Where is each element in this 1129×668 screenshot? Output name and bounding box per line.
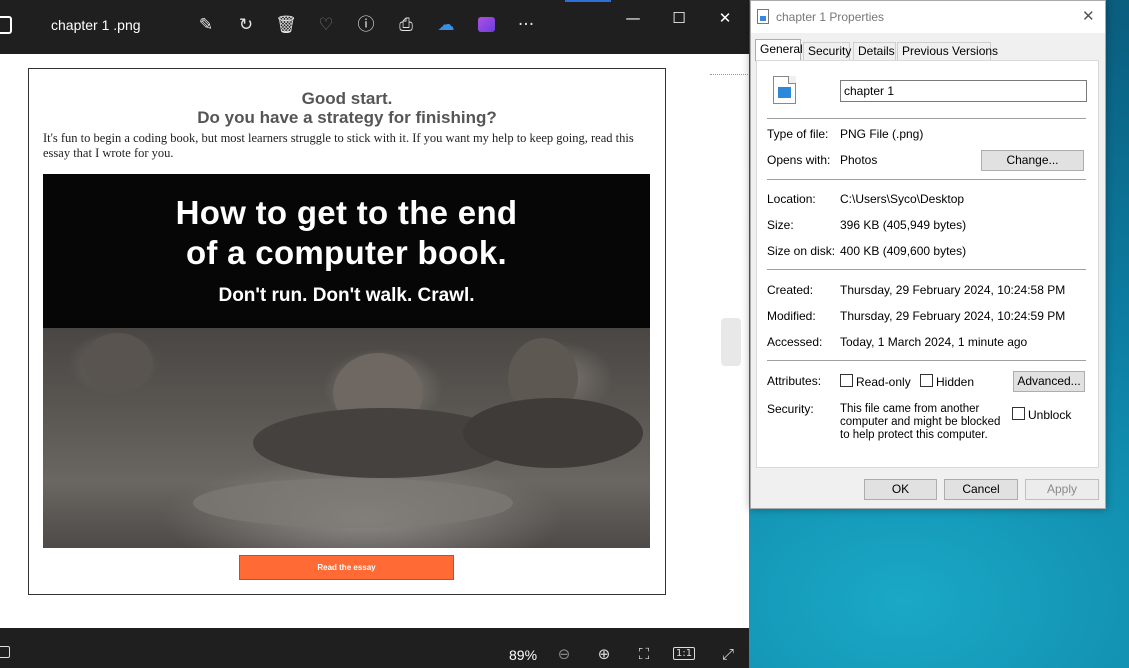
image-preview-glyph — [778, 87, 791, 98]
opens-with-value: Photos — [840, 153, 878, 167]
hidden-checkbox[interactable] — [920, 374, 933, 387]
filmstrip-indicator — [710, 74, 748, 75]
displayed-image: Good start. Do you have a strategy for f… — [28, 68, 666, 595]
fit-screen-icon[interactable]: ⛶ — [633, 644, 655, 664]
mud-crawl-photo — [43, 328, 650, 548]
location-label: Location: — [767, 192, 816, 206]
maximize-button[interactable]: ☐ — [656, 8, 702, 28]
onedrive-icon[interactable]: ☁ — [435, 14, 457, 36]
close-icon[interactable]: ✕ — [1082, 7, 1095, 25]
modified-value: Thursday, 29 February 2024, 10:24:59 PM — [840, 309, 1066, 323]
photos-titlebar: chapter 1 .png ✎ ↻ 🗑 ♡ ⓘ ⎙ ☁ ··· — ☐ ✕ — [0, 0, 749, 54]
size-label: Size: — [767, 218, 794, 232]
accessed-label: Accessed: — [767, 335, 823, 349]
properties-dialog: chapter 1 Properties ✕ General Security … — [750, 0, 1106, 509]
hidden-label[interactable]: Hidden — [936, 375, 974, 389]
more-icon[interactable]: ··· — [515, 14, 537, 36]
actual-size-icon[interactable]: 1:1 — [673, 644, 696, 664]
advanced-button[interactable]: Advanced... — [1013, 371, 1085, 392]
created-value: Thursday, 29 February 2024, 10:24:58 PM — [840, 283, 1066, 297]
location-value: C:\Users\Syco\Desktop — [840, 192, 965, 206]
security-label: Security: — [767, 402, 814, 416]
fullscreen-icon[interactable]: ⤢ — [717, 644, 739, 664]
clipchamp-logo — [477, 17, 495, 32]
next-image-arrow[interactable] — [721, 318, 741, 366]
separator — [767, 360, 1086, 361]
type-of-file-label: Type of file: — [767, 127, 829, 141]
change-button[interactable]: Change... — [981, 150, 1084, 171]
gallery-icon[interactable] — [0, 16, 12, 34]
photos-file-title: chapter 1 .png — [51, 17, 141, 33]
hero-title-line1: How to get to the end — [175, 194, 518, 231]
separator — [767, 269, 1086, 270]
separator — [767, 179, 1086, 180]
person-left — [83, 333, 153, 393]
rotate-icon[interactable]: ↻ — [235, 14, 257, 36]
cancel-button[interactable]: Cancel — [944, 479, 1018, 500]
minimize-button[interactable]: — — [610, 8, 656, 28]
properties-titlebar: chapter 1 Properties ✕ — [751, 1, 1105, 33]
read-essay-button: Read the essay — [239, 555, 454, 580]
favorite-heart-icon[interactable]: ♡ — [315, 14, 337, 36]
size-value: 396 KB (405,949 bytes) — [840, 218, 967, 232]
info-icon[interactable]: ⓘ — [355, 14, 377, 36]
filmstrip-toggle-icon[interactable] — [0, 646, 10, 658]
zoom-level[interactable]: 89% — [509, 647, 537, 663]
image-heading-line1: Good start. — [301, 89, 393, 108]
tab-general[interactable]: General — [755, 39, 803, 61]
image-file-icon — [773, 76, 796, 104]
read-only-label[interactable]: Read-only — [856, 375, 911, 389]
hero-banner: How to get to the end of a computer book… — [43, 174, 650, 548]
separator — [767, 118, 1086, 119]
ok-button[interactable]: OK — [864, 479, 937, 500]
unblock-label[interactable]: Unblock — [1028, 408, 1071, 422]
zoom-in-icon[interactable]: ⊕ — [593, 644, 615, 664]
attributes-label: Attributes: — [767, 374, 822, 388]
file-name-field[interactable] — [840, 80, 1087, 102]
read-only-checkbox[interactable] — [840, 374, 853, 387]
image-heading-line2: Do you have a strategy for finishing? — [197, 108, 497, 127]
general-tab-panel: Type of file: PNG File (.png) Opens with… — [756, 60, 1099, 468]
actual-size-label: 1:1 — [673, 647, 696, 660]
tab-details[interactable]: Details — [853, 42, 896, 61]
png-file-icon — [757, 9, 769, 24]
security-message: This file came from another computer and… — [840, 403, 1001, 441]
tab-previous-versions[interactable]: Previous Versions — [897, 42, 998, 61]
photos-app-window: chapter 1 .png ✎ ↻ 🗑 ♡ ⓘ ⎙ ☁ ··· — ☐ ✕ G… — [0, 0, 749, 668]
window-accent-bar — [565, 0, 611, 2]
print-icon[interactable]: ⎙ — [395, 14, 417, 36]
close-button[interactable]: ✕ — [702, 8, 748, 28]
created-label: Created: — [767, 283, 814, 297]
zoom-out-icon[interactable]: ⊖ — [553, 644, 575, 664]
edit-icon[interactable]: ✎ — [195, 14, 217, 36]
properties-title: chapter 1 Properties — [776, 10, 885, 24]
accessed-value: Today, 1 March 2024, 1 minute ago — [840, 335, 1028, 349]
clipchamp-icon[interactable] — [475, 14, 497, 36]
size-on-disk-value: 400 KB (409,600 bytes) — [840, 244, 967, 258]
size-on-disk-label: Size on disk: — [767, 244, 836, 258]
modified-label: Modified: — [767, 309, 816, 323]
hero-title-line2: of a computer book. — [185, 234, 508, 271]
mud-puddle — [193, 478, 513, 528]
delete-icon[interactable]: 🗑 — [275, 14, 297, 36]
hero-subtitle: Don't run. Don't walk. Crawl. — [218, 285, 475, 306]
photos-bottom-bar: 89% ⊖ ⊕ ⛶ 1:1 ⤢ — [0, 628, 749, 668]
type-of-file-value: PNG File (.png) — [840, 127, 924, 141]
image-body-text: It's fun to begin a coding book, but mos… — [43, 131, 634, 160]
opens-with-label: Opens with: — [767, 153, 831, 167]
person-right-body — [463, 398, 643, 468]
unblock-checkbox[interactable] — [1012, 407, 1025, 420]
apply-button[interactable]: Apply — [1025, 479, 1099, 500]
tab-security[interactable]: Security — [803, 42, 851, 61]
image-viewer-canvas[interactable]: Good start. Do you have a strategy for f… — [0, 54, 749, 628]
